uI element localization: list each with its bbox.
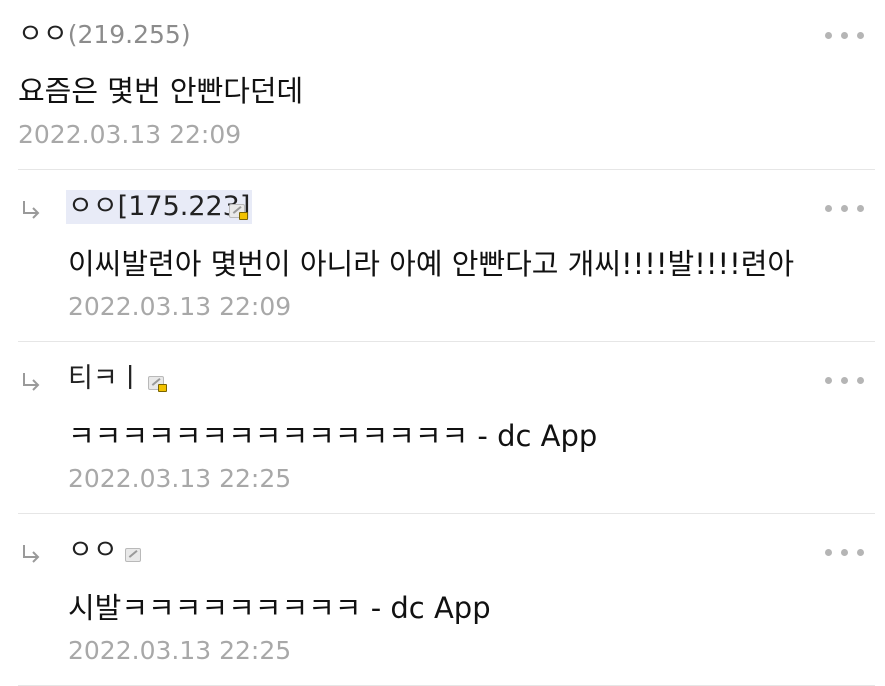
reply-text: 이씨발련아 몇번이 아니라 아예 안빤다고 개씨!!!!발!!!!련아 xyxy=(68,247,795,281)
comment-text: 요즘은 몇번 안빤다던데 xyxy=(18,74,304,108)
reply-nickname[interactable]: ㅇㅇ[175.223] xyxy=(66,190,253,224)
comment: ㅇㅇ(219.255) 요즘은 몇번 안빤다던데 2022.03.13 22:0… xyxy=(0,0,885,170)
nickname-text[interactable]: ㅇㅇ xyxy=(68,535,118,566)
reply-arrow-icon xyxy=(23,373,40,391)
reply: 티ㅋㅣ ㅋㅋㅋㅋㅋㅋㅋㅋㅋㅋㅋㅋㅋㅋㅋ - dc App 2022.03.13 … xyxy=(0,342,885,514)
comment-date: 2022.03.13 22:09 xyxy=(18,120,242,149)
reply-nickname[interactable]: ㅇㅇ xyxy=(68,534,118,568)
reply-date: 2022.03.13 22:09 xyxy=(68,292,292,321)
reply: ㅇㅇ 시발ㅋㅋㅋㅋㅋㅋㅋㅋㅋ - dc App 2022.03.13 22:25 xyxy=(0,514,885,686)
nickname-text[interactable]: ㅇㅇ xyxy=(18,19,68,50)
reply-text: ㅋㅋㅋㅋㅋㅋㅋㅋㅋㅋㅋㅋㅋㅋㅋ - dc App xyxy=(68,419,598,453)
reply-nickname[interactable]: 티ㅋㅣ xyxy=(68,362,143,396)
more-options-icon[interactable] xyxy=(825,203,867,213)
fixed-nick-lock-icon xyxy=(229,203,248,220)
more-options-icon[interactable] xyxy=(825,375,867,385)
fixed-nick-lock-icon xyxy=(148,375,167,392)
reply-date: 2022.03.13 22:25 xyxy=(68,636,292,665)
ip-address: (219.255) xyxy=(67,20,191,49)
reply: ㅇㅇ[175.223] 이씨발련아 몇번이 아니라 아예 안빤다고 개씨!!!!… xyxy=(0,170,885,342)
nickname-text[interactable]: 티ㅋㅣ xyxy=(68,363,143,394)
reply-text: 시발ㅋㅋㅋㅋㅋㅋㅋㅋㅋ - dc App xyxy=(68,591,491,625)
more-options-icon[interactable] xyxy=(825,547,867,557)
more-options-icon[interactable] xyxy=(825,30,867,40)
reply-arrow-icon xyxy=(23,545,40,563)
semi-fixed-nick-icon xyxy=(125,547,144,564)
comment-nickname[interactable]: ㅇㅇ(219.255) xyxy=(18,18,191,52)
reply-arrow-icon xyxy=(23,201,40,219)
nickname-text[interactable]: ㅇㅇ[175.223] xyxy=(68,191,250,222)
reply-date: 2022.03.13 22:25 xyxy=(68,464,292,493)
